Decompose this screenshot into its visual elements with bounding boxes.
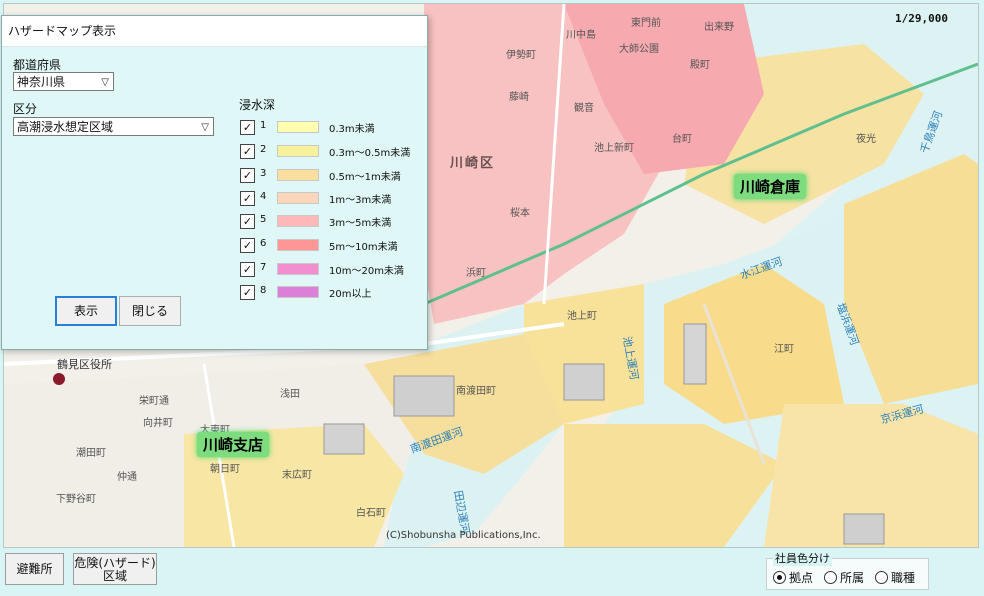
depth-checkbox[interactable]: ✓ [240, 168, 255, 183]
dialog-title[interactable]: ハザードマップ表示 [2, 16, 427, 47]
map-label: 栄町通 [139, 396, 169, 407]
radio-job-type[interactable]: 職種 [875, 569, 915, 586]
legend-range: 10m～20m未満 [329, 266, 404, 277]
chevron-down-icon: ▽ [101, 77, 109, 88]
depth-label: 浸水深 [239, 98, 276, 112]
radio-base[interactable]: 拠点 [773, 569, 813, 586]
legend-swatch [277, 263, 319, 275]
map-label: 殿町 [690, 60, 710, 71]
depth-checkbox[interactable]: ✓ [240, 285, 255, 300]
map-label: 朝日町 [210, 464, 240, 475]
employee-color-group: 社員色分け 拠点 所属 職種 [766, 550, 929, 590]
map-label: 浜町 [466, 268, 486, 279]
hazard-map-dialog: ハザードマップ表示 都道府県 神奈川県 ▽ 区分 高潮浸水想定区域 ▽ 浸水深 … [1, 15, 428, 350]
map-label: 向井町 [143, 418, 173, 429]
radio-empty-icon [824, 571, 837, 584]
radio-label: 拠点 [789, 571, 814, 585]
legend-swatch [277, 215, 319, 227]
legend-range: 1m～3m未満 [329, 195, 392, 206]
map-label: 末広町 [282, 470, 312, 481]
legend-number: 8 [260, 285, 267, 296]
depth-checkbox[interactable]: ✓ [240, 214, 255, 229]
map-scale: 1/29,000 [895, 12, 948, 25]
map-label: 大師公園 [619, 44, 659, 55]
map-label: 伊勢町 [506, 50, 536, 61]
legend-swatch [277, 169, 319, 181]
category-select[interactable]: 高潮浸水想定区域 ▽ [13, 117, 214, 136]
close-button[interactable]: 閉じる [119, 296, 181, 326]
radio-selected-icon [773, 571, 786, 584]
map-label: 台町 [672, 134, 692, 145]
map-label: 鶴見区役所 [57, 358, 112, 371]
radio-label: 所属 [840, 571, 865, 585]
hazard-area-button[interactable]: 危険(ハザード) 区域 [73, 553, 157, 585]
hazard-area-label-2: 区域 [102, 569, 127, 583]
map-label: 桜本 [510, 208, 530, 219]
map-label: 潮田町 [76, 448, 106, 459]
legend-swatch [277, 192, 319, 204]
map-label: 池上町 [567, 311, 597, 322]
branch-marker[interactable]: 川崎支店 [197, 432, 270, 457]
depth-checkbox[interactable]: ✓ [240, 191, 255, 206]
depth-checkbox[interactable]: ✓ [240, 144, 255, 159]
legend-swatch [277, 239, 319, 251]
legend-range: 5m～10m未満 [329, 242, 398, 253]
prefecture-label: 都道府県 [13, 58, 62, 72]
legend-number: 5 [260, 214, 267, 225]
map-label: 池上新町 [594, 143, 634, 154]
legend-swatch [277, 121, 319, 133]
show-button[interactable]: 表示 [55, 296, 117, 326]
legend-range: 3m～5m未満 [329, 218, 392, 229]
map-label-ward: 川崎区 [450, 156, 496, 171]
chevron-down-icon: ▽ [201, 122, 209, 133]
legend-number: 4 [260, 191, 267, 202]
legend-swatch [277, 145, 319, 157]
prefecture-value: 神奈川県 [17, 75, 66, 89]
legend-range: 0.3m～0.5m未満 [329, 148, 411, 159]
radio-affiliation[interactable]: 所属 [824, 569, 864, 586]
category-value: 高潮浸水想定区域 [17, 120, 114, 134]
radio-empty-icon [875, 571, 888, 584]
map-label: 藤崎 [509, 92, 529, 103]
legend-number: 7 [260, 262, 267, 273]
legend-number: 2 [260, 144, 267, 155]
map-label: 江町 [774, 344, 794, 355]
legend-range: 0.3m未満 [329, 124, 375, 135]
map-label: 夜光 [856, 134, 876, 145]
map-label: 南渡田町 [456, 386, 496, 397]
depth-checkbox[interactable]: ✓ [240, 262, 255, 277]
map-copyright: (C)Shobunsha Publications,Inc. [386, 530, 541, 541]
map-label: 下野谷町 [56, 494, 96, 505]
depth-checkbox[interactable]: ✓ [240, 120, 255, 135]
legend-number: 1 [260, 120, 267, 131]
legend-range: 20m以上 [329, 289, 372, 300]
legend-number: 3 [260, 168, 267, 179]
branch-marker[interactable]: 川崎倉庫 [734, 174, 807, 199]
radio-label: 職種 [891, 571, 916, 585]
legend-swatch [277, 286, 319, 298]
map-label: 川中島 [566, 30, 596, 41]
map-label: 出来野 [704, 22, 734, 33]
map-label: 仲通 [117, 472, 137, 483]
category-label: 区分 [13, 102, 38, 116]
depth-checkbox[interactable]: ✓ [240, 238, 255, 253]
map-label: 白石町 [356, 508, 386, 519]
legend-range: 0.5m～1m未満 [329, 172, 401, 183]
map-label: 浅田 [280, 389, 300, 400]
map-label: 観音 [574, 103, 594, 114]
employee-color-title: 社員色分け [773, 550, 832, 566]
shelter-button[interactable]: 避難所 [5, 553, 64, 585]
legend-number: 6 [260, 238, 267, 249]
prefecture-select[interactable]: 神奈川県 ▽ [13, 72, 114, 91]
map-label: 東門前 [631, 18, 661, 29]
